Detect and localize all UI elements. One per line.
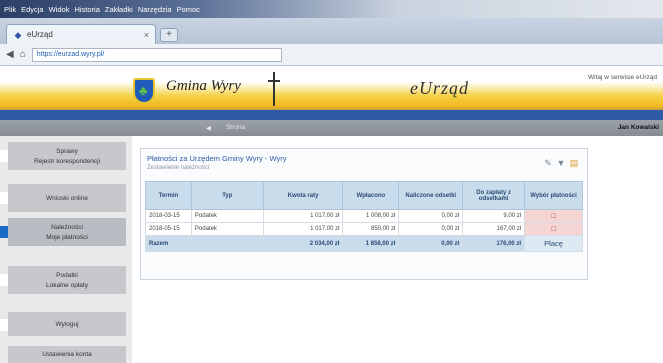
panel-header: Płatności za Urzędem Gminy Wyry - Wyry Z… xyxy=(141,149,587,177)
menu-history[interactable]: Historia xyxy=(74,5,99,14)
summary-label: Razem xyxy=(145,235,192,252)
cell-type: Podatek xyxy=(190,222,264,236)
sidebar-active-marker xyxy=(0,226,8,238)
sidebar-marker xyxy=(0,274,8,286)
browser-addressbar: ◀ ⌂ https://eurzad.wyry.pl/ xyxy=(0,44,663,66)
sidebar-item-wyloguj[interactable]: Wyloguj xyxy=(8,312,126,336)
cell-due: 9,00 zł xyxy=(462,209,526,223)
cell-paid: 850,00 zł xyxy=(342,222,400,236)
cell-due: 167,00 zł xyxy=(462,222,526,236)
column-header: Wybór płatności xyxy=(524,181,583,210)
sidebar-item-label: Wnioski online xyxy=(46,194,88,202)
cell-amount: 1 017,00 zł xyxy=(262,222,344,236)
table-row: 2018-05-15 Podatek 1 017,00 zł 850,00 zł… xyxy=(145,222,583,236)
sidebar: Sprawy Rejestr korespondencji Wnioski on… xyxy=(0,136,132,363)
sidebar-item-label: Sprawy xyxy=(56,147,78,155)
summary-paid: 1 858,00 zł xyxy=(342,235,400,252)
summary-amount: 2 034,00 zł xyxy=(262,235,344,252)
cell-interest: 0,00 zł xyxy=(398,222,464,236)
pay-button-label: Płacę xyxy=(544,239,563,248)
column-header[interactable]: Wpłacono xyxy=(342,181,400,210)
cell-interest: 0,00 zł xyxy=(398,209,464,223)
back-icon[interactable]: ◀ xyxy=(6,49,14,60)
filter-icon[interactable]: ▼ xyxy=(556,158,566,168)
cell-amount: 1 017,00 zł xyxy=(262,209,344,223)
sidebar-item-ustawienia[interactable]: Ustawienia konta xyxy=(8,346,126,363)
sidebar-item-label: Wyloguj xyxy=(55,320,79,328)
gmina-logo-text: Gmina Wyry xyxy=(166,78,241,94)
cell-type: Podatek xyxy=(190,209,264,223)
edit-icon[interactable]: ✎ xyxy=(543,158,553,168)
column-header[interactable]: Termin xyxy=(145,181,192,210)
cell-date: 2018-03-15 xyxy=(145,209,192,223)
summary-empty xyxy=(190,235,264,252)
summary-interest: 0,00 zł xyxy=(398,235,464,252)
nav-back-icon[interactable]: ◀ xyxy=(206,124,211,132)
menu-tools[interactable]: Narzędzia xyxy=(138,5,172,14)
sidebar-item-label: Ustawienia konta xyxy=(42,351,92,358)
payments-panel: Płatności za Urzędem Gminy Wyry - Wyry Z… xyxy=(140,148,588,280)
menu-view[interactable]: Widok xyxy=(49,5,70,14)
sidebar-marker xyxy=(0,150,8,162)
menu-help[interactable]: Pomoc xyxy=(177,5,200,14)
column-header[interactable]: Naliczone odsetki xyxy=(398,181,464,210)
user-name[interactable]: Jan Kowalski xyxy=(618,124,659,131)
home-icon[interactable]: ⌂ xyxy=(20,49,26,60)
select-payment-checkbox[interactable]: ☐ xyxy=(524,222,583,236)
print-icon[interactable]: ▤ xyxy=(569,158,579,168)
sidebar-item-sprawy[interactable]: Sprawy Rejestr korespondencji xyxy=(8,142,126,170)
close-tab-icon[interactable]: × xyxy=(144,30,149,40)
table-row: 2018-03-15 Podatek 1 017,00 zł 1 008,00 … xyxy=(145,209,583,223)
browser-menubar: Plik Edycja Widok Historia Zakładki Narz… xyxy=(0,0,663,18)
column-header[interactable]: Do zapłaty z odsetkami xyxy=(462,181,526,210)
sidebar-item-sublabel: Rejestr korespondencji xyxy=(33,157,101,165)
browser-tabbar: ◆ eUrząd × + xyxy=(0,18,663,44)
favicon-icon: ◆ xyxy=(14,29,22,40)
sidebar-item-sublabel: Lokalne opłaty xyxy=(46,281,88,289)
panel-toolbar: ✎ ▼ ▤ xyxy=(543,158,579,168)
sidebar-item-naleznosci[interactable]: Należności Moje płatności xyxy=(8,218,126,246)
column-header[interactable]: Kwota raty xyxy=(262,181,344,210)
coat-of-arms-icon xyxy=(133,78,155,104)
sidebar-item-wnioski[interactable]: Wnioski online xyxy=(8,184,126,212)
sidebar-item-podatki[interactable]: Podatki Lokalne opłaty xyxy=(8,266,126,294)
column-header[interactable]: Typ xyxy=(190,181,264,210)
cell-paid: 1 008,00 zł xyxy=(342,209,400,223)
panel-title: Płatności za Urzędem Gminy Wyry - Wyry xyxy=(147,154,287,163)
url-input[interactable]: https://eurzad.wyry.pl/ xyxy=(31,47,282,62)
menu-bookmarks[interactable]: Zakładki xyxy=(105,5,133,14)
summary-due: 176,00 zł xyxy=(462,235,526,252)
new-tab-button[interactable]: + xyxy=(160,28,178,42)
sidebar-marker xyxy=(0,192,8,204)
menu-file[interactable]: Plik xyxy=(4,5,16,14)
table-summary-row: Razem 2 034,00 zł 1 858,00 zł 0,00 zł 17… xyxy=(145,235,583,252)
browser-tab[interactable]: ◆ eUrząd × xyxy=(6,24,156,44)
sidebar-item-sublabel: Moje płatności xyxy=(46,233,88,241)
eurzad-logo: eUrząd xyxy=(410,78,469,98)
site-header: Gmina Wyry eUrząd Witaj w serwisie eUrzą… xyxy=(0,66,663,120)
pay-button[interactable]: Płacę xyxy=(524,235,583,252)
panel-subtitle: Zestawienie należności xyxy=(147,165,210,171)
main-content: Płatności za Urzędem Gminy Wyry - Wyry Z… xyxy=(132,136,663,363)
header-welcome: Witaj w serwisie eUrząd xyxy=(588,74,657,81)
sidebar-item-label: Podatki xyxy=(56,271,78,279)
nav-home-link[interactable]: Strona xyxy=(226,124,245,131)
sidebar-item-label: Należności xyxy=(51,223,83,231)
payments-table: Termin Typ Kwota raty Wpłacono Naliczone… xyxy=(145,181,583,252)
menu-edit[interactable]: Edycja xyxy=(21,5,44,14)
cell-date: 2018-05-15 xyxy=(145,222,192,236)
tab-title: eUrząd xyxy=(27,30,53,39)
church-cross-icon xyxy=(268,72,280,106)
header-stripe xyxy=(0,110,663,120)
sidebar-marker xyxy=(0,319,8,331)
top-nav: ◀ Strona Jan Kowalski xyxy=(0,120,663,136)
select-payment-checkbox[interactable]: ☐ xyxy=(524,209,583,223)
table-header-row: Termin Typ Kwota raty Wpłacono Naliczone… xyxy=(145,181,583,210)
